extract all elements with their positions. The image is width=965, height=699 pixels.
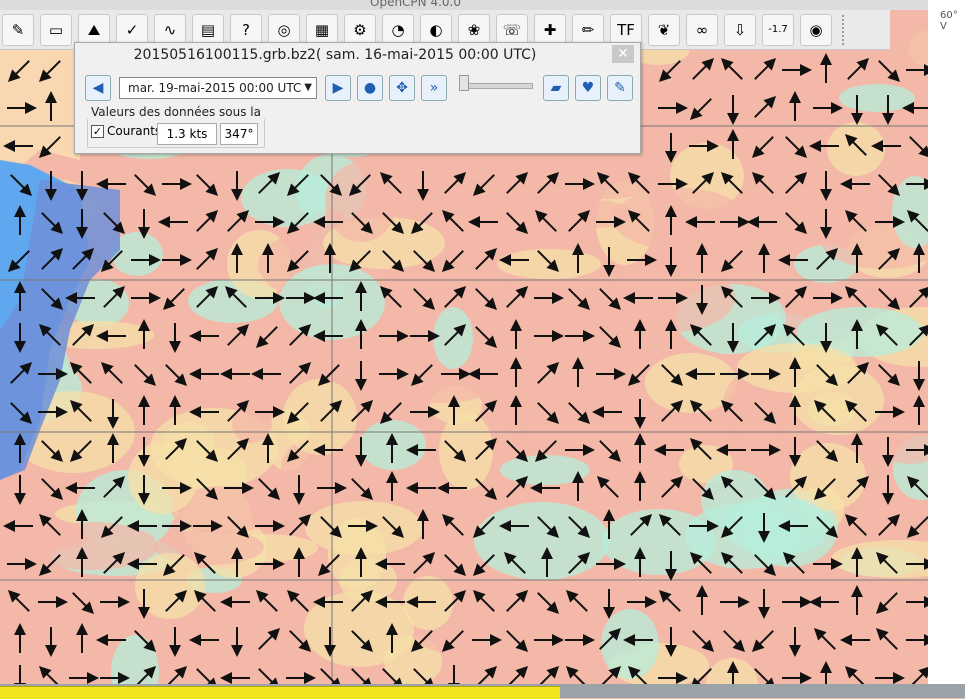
map-button[interactable]: ▦ bbox=[306, 13, 338, 46]
tide-button[interactable]: ⛰ bbox=[78, 13, 110, 46]
play-button[interactable]: » bbox=[421, 75, 447, 101]
courants-checkbox[interactable]: ✓ bbox=[91, 125, 104, 138]
speed-patch bbox=[325, 162, 397, 242]
right-panel bbox=[928, 0, 965, 698]
speed-patch bbox=[737, 343, 857, 393]
track-button[interactable]: ✓ bbox=[116, 13, 148, 46]
compass-icon: ✚ bbox=[543, 20, 557, 39]
current-direction-value: 347° bbox=[220, 123, 258, 145]
calendar-heart-icon: ♥ bbox=[581, 80, 595, 96]
speech-bubble-icon: ● bbox=[363, 80, 377, 96]
status-highlight bbox=[0, 686, 560, 699]
sunset-button[interactable]: ▤ bbox=[192, 13, 224, 46]
speed-patch bbox=[839, 84, 915, 112]
now-button[interactable]: ● bbox=[357, 75, 383, 101]
chart-button[interactable]: ▭ bbox=[40, 13, 72, 46]
next-time-button[interactable]: ▶ bbox=[325, 75, 351, 101]
dog-button[interactable]: ❦ bbox=[648, 13, 680, 46]
time-slider[interactable] bbox=[459, 83, 533, 89]
app-title: OpenCPN 4.0.0 bbox=[370, 0, 461, 9]
map-icon: ▦ bbox=[314, 20, 330, 39]
speed-patch bbox=[135, 553, 205, 619]
speed-patch bbox=[26, 522, 158, 570]
slider-thumb[interactable] bbox=[459, 75, 469, 91]
date-select[interactable]: mar. 19-mai-2015 00:00 UTC ▼ bbox=[119, 77, 317, 99]
binoculars-icon: ∞ bbox=[695, 20, 709, 39]
download-icon: ⇩ bbox=[733, 20, 747, 39]
speed-patch bbox=[241, 169, 333, 227]
radar-icon: ◎ bbox=[277, 20, 291, 39]
earth-button[interactable]: ◐ bbox=[420, 13, 452, 46]
tide-icon: ⛰ bbox=[87, 20, 101, 39]
speed-patch bbox=[163, 422, 215, 464]
ais-button[interactable]: ☏ bbox=[496, 13, 528, 46]
sunset-icon: ▤ bbox=[200, 20, 216, 39]
route-icon: ✎ bbox=[11, 20, 25, 39]
zoom-to-center-button[interactable]: ✥ bbox=[389, 75, 415, 101]
dog-icon: ❦ bbox=[657, 20, 671, 39]
toolbar-grip[interactable] bbox=[842, 14, 850, 45]
gezar-button[interactable]: ◔ bbox=[382, 13, 414, 46]
earth-icon: ◐ bbox=[429, 20, 443, 39]
lifebuoy-button[interactable]: ◉ bbox=[800, 13, 832, 46]
route-manager-button[interactable]: ∿ bbox=[154, 13, 186, 46]
speed-patch bbox=[384, 373, 492, 403]
current-speed-value: 1.3 kts bbox=[157, 123, 217, 145]
chevron-down-icon: ▼ bbox=[304, 82, 312, 93]
speed-patch bbox=[497, 249, 601, 279]
courants-label: Courants bbox=[107, 124, 162, 138]
pencil-icon: ✎ bbox=[614, 80, 626, 96]
fast-forward-icon: » bbox=[429, 80, 439, 96]
track-icon: ✓ bbox=[125, 20, 139, 39]
prev-time-button[interactable]: ◀ bbox=[85, 75, 111, 101]
window-titlebar: OpenCPN 4.0.0 bbox=[0, 0, 965, 10]
binoculars-button[interactable]: ∞ bbox=[686, 13, 718, 46]
speed-patch bbox=[602, 509, 716, 575]
preferences-button[interactable]: ✎ bbox=[607, 75, 633, 101]
arrow-left-icon: ◀ bbox=[92, 80, 104, 96]
fit-screen-icon: ✥ bbox=[396, 80, 408, 96]
close-button[interactable]: ✕ bbox=[612, 45, 634, 63]
date-select-value: mar. 19-mai-2015 00:00 UTC bbox=[128, 81, 302, 95]
settings-icon: ⚙ bbox=[353, 20, 367, 39]
help-button[interactable]: ? bbox=[230, 13, 262, 46]
speed-patch bbox=[613, 188, 747, 250]
gezar-icon: ◔ bbox=[391, 20, 405, 39]
pencil-button[interactable]: ✏ bbox=[572, 13, 604, 46]
settings-button[interactable]: ⚙ bbox=[344, 13, 376, 46]
route-button[interactable]: ✎ bbox=[2, 13, 34, 46]
pencil-icon: ✏ bbox=[581, 20, 595, 39]
chart-icon: ▭ bbox=[48, 20, 64, 39]
route-manager-icon: ∿ bbox=[163, 20, 177, 39]
zoom-icon: -1.7 bbox=[768, 24, 788, 35]
speed-patch bbox=[601, 609, 659, 679]
latitude-label: 60° V bbox=[940, 10, 958, 32]
lifebuoy-icon: ◉ bbox=[809, 20, 823, 39]
folder-icon: ▰ bbox=[550, 80, 562, 96]
open-file-button[interactable]: ▰ bbox=[543, 75, 569, 101]
grib-button[interactable]: ❀ bbox=[458, 13, 490, 46]
tf-button[interactable]: TF bbox=[610, 13, 642, 46]
speed-patch bbox=[500, 455, 590, 485]
speed-patch bbox=[474, 502, 610, 580]
values-under-cursor-label: Valeurs des données sous la sou bbox=[91, 105, 263, 119]
ais-icon: ☏ bbox=[502, 20, 522, 39]
help-icon: ? bbox=[242, 20, 250, 39]
grib-icon: ❀ bbox=[467, 20, 481, 39]
speed-patch bbox=[328, 518, 386, 590]
tf-icon: TF bbox=[617, 20, 635, 39]
zoom-button[interactable]: -1.7 bbox=[762, 13, 794, 46]
speed-patch bbox=[827, 122, 885, 176]
compass-button[interactable]: ✚ bbox=[534, 13, 566, 46]
grib-dialog: 20150516100115.grb.bz2( sam. 16-mai-2015… bbox=[74, 42, 641, 154]
grib-dialog-title: 20150516100115.grb.bz2( sam. 16-mai-2015… bbox=[133, 47, 537, 63]
radar-button[interactable]: ◎ bbox=[268, 13, 300, 46]
arrow-right-icon: ▶ bbox=[332, 80, 344, 96]
download-button[interactable]: ⇩ bbox=[724, 13, 756, 46]
settings-button[interactable]: ♥ bbox=[575, 75, 601, 101]
